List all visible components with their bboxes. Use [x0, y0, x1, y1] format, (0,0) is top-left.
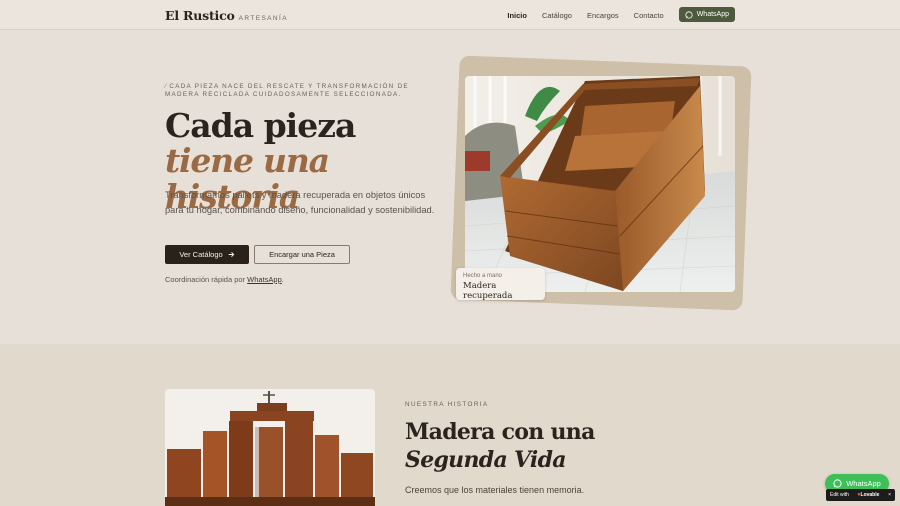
floating-whatsapp-label: WhatsApp — [846, 479, 881, 488]
handmade-badge: Hecho a mano Madera recuperada — [456, 268, 545, 301]
logo[interactable]: El Rustico ARTESANÍA — [165, 8, 288, 23]
story-title: Madera con una — [405, 419, 595, 445]
story-title-accent: Segunda Vida — [405, 447, 567, 473]
badge-caption: Hecho a mano — [463, 273, 503, 279]
story-eyebrow: NUESTRA HISTORIA — [405, 401, 489, 408]
quick-note-whatsapp-link[interactable]: WhatsApp — [247, 275, 282, 284]
hero-section: ⁄ CADA PIEZA NACE DEL RESCATE Y TRANSFORM… — [0, 31, 900, 344]
nav-link-contacto[interactable]: Contacto — [634, 11, 664, 20]
hero-product-image — [465, 76, 735, 292]
hero-description: Transformamos pallets y madera recuperad… — [165, 190, 435, 215]
nav-link-encargos[interactable]: Encargos — [587, 11, 619, 20]
view-catalog-label: Ver Catálogo — [179, 250, 223, 259]
close-icon[interactable]: × — [888, 492, 891, 498]
logo-subtitle: ARTESANÍA — [238, 15, 288, 22]
lovable-prefix: Edit with — [830, 492, 849, 498]
quick-note-prefix: Coordinación rápida por — [165, 275, 246, 284]
leaf-icon: ⁄ — [165, 83, 168, 90]
arrow-right-icon — [228, 252, 234, 257]
chat-bubble-icon — [685, 10, 693, 19]
view-catalog-button[interactable]: Ver Catálogo — [165, 245, 249, 264]
hero-eyebrow: ⁄ CADA PIEZA NACE DEL RESCATE Y TRANSFORM… — [165, 83, 425, 99]
whatsapp-icon — [833, 479, 842, 488]
order-piece-button[interactable]: Encargar una Pieza — [254, 245, 350, 264]
quick-contact-note: Coordinación rápida por WhatsApp. — [165, 275, 284, 284]
site-header: El Rustico ARTESANÍA Inicio Catálogo Enc… — [0, 0, 900, 30]
story-image — [165, 389, 375, 506]
nav-link-inicio[interactable]: Inicio — [507, 11, 527, 20]
lovable-brand: ♥Lovable — [858, 492, 880, 498]
badge-title: Madera recuperada — [463, 281, 513, 301]
story-section: NUESTRA HISTORIA Madera con una Segunda … — [0, 344, 900, 506]
lovable-brand-label: Lovable — [860, 492, 880, 498]
story-description: Creemos que los materiales tienen memori… — [405, 485, 585, 495]
header-whatsapp-button[interactable]: WhatsApp — [678, 7, 735, 22]
lovable-edit-badge[interactable]: Edit with ♥Lovable × — [826, 489, 895, 501]
logo-name: El Rustico — [165, 8, 235, 23]
quick-note-suffix: . — [281, 275, 284, 284]
header-whatsapp-label: WhatsApp — [696, 11, 729, 18]
hero-eyebrow-text: CADA PIEZA NACE DEL RESCATE Y TRANSFORMA… — [165, 83, 409, 98]
nav-link-catalogo[interactable]: Catálogo — [542, 11, 572, 20]
hero-title: Cada pieza — [165, 106, 356, 145]
main-nav: Inicio Catálogo Encargos Contacto WhatsA… — [507, 7, 735, 22]
